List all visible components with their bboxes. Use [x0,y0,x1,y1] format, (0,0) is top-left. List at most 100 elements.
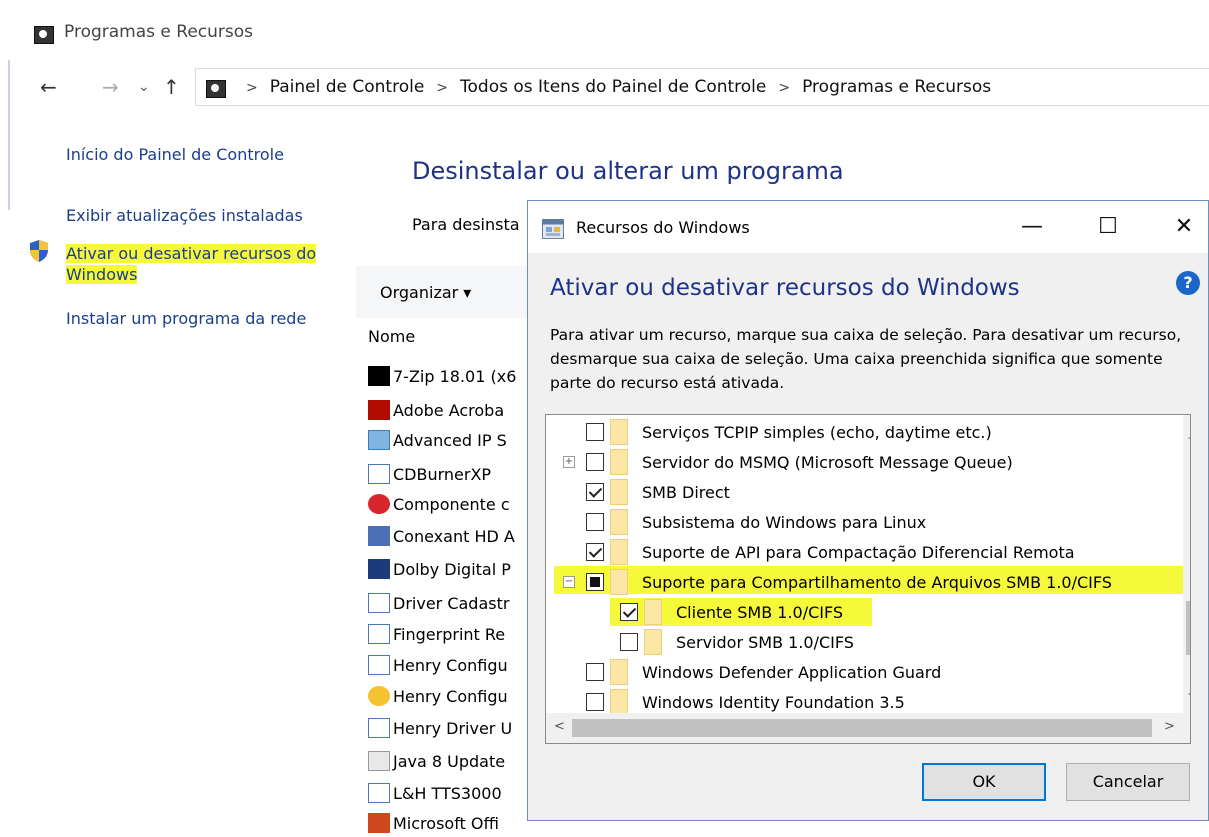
list-item[interactable]: Conexant HD A [368,522,515,550]
list-item[interactable]: Microsoft Offi [368,809,499,837]
list-item[interactable]: Henry Configu [368,651,508,679]
breadcrumb-separator: > [778,80,791,96]
feature-label: Windows Identity Foundation 3.5 [642,692,905,712]
program-icon [368,624,390,644]
link-control-panel-home[interactable]: Início do Painel de Controle [66,145,284,164]
breadcrumb-programas-e-recursos[interactable]: Programas e Recursos [802,77,991,97]
scroll-left-icon[interactable]: < [554,719,565,734]
java-icon [368,751,390,771]
feature-checkbox[interactable] [586,543,604,561]
feature-checkbox[interactable] [586,423,604,441]
close-button[interactable]: ✕ [1164,209,1204,245]
scroll-right-icon[interactable]: > [1164,719,1175,734]
program-icon [368,593,390,613]
organize-button[interactable]: Organizar ▾ [380,283,471,302]
feature-row[interactable]: Suporte de API para Compactação Diferenc… [546,537,1166,567]
feature-row[interactable]: Cliente SMB 1.0/CIFS [546,597,1166,627]
feature-checkbox[interactable] [620,633,638,651]
shield-icon [30,240,48,262]
breadcrumb-painel-de-controle[interactable]: Painel de Controle [270,77,425,97]
help-icon[interactable]: ? [1176,271,1200,295]
feature-checkbox-partial[interactable] [586,573,604,591]
link-windows-features[interactable]: Ativar ou desativar recursos do Windows [66,244,317,284]
folder-icon [610,689,628,715]
list-item[interactable]: Advanced IP S [368,426,507,454]
breadcrumb-todos-os-itens[interactable]: Todos os Itens do Painel de Controle [460,77,766,97]
folder-icon [644,599,662,625]
program-icon [368,783,390,803]
forward-arrow-icon[interactable]: → [102,74,119,100]
breadcrumb-separator: > [246,80,258,96]
feature-checkbox[interactable] [586,483,604,501]
vertical-scrollbar[interactable]: ︿ ﹀ [1183,415,1190,713]
feature-row[interactable]: Serviços TCPIP simples (echo, daytime et… [546,417,1166,447]
dialog-title: Recursos do Windows [576,218,750,237]
back-arrow-icon[interactable]: ← [40,74,57,100]
scrollbar-thumb[interactable] [1186,601,1190,655]
folder-icon [610,539,628,565]
feature-row[interactable]: + Servidor do MSMQ (Microsoft Message Qu… [546,447,1166,477]
scroll-up-icon[interactable]: ︿ [1188,423,1190,442]
feature-label: Windows Defender Application Guard [642,662,942,682]
feature-checkbox[interactable] [586,513,604,531]
feature-checkbox[interactable] [586,693,604,711]
control-panel-icon [206,80,226,98]
list-item[interactable]: Fingerprint Re [368,620,505,648]
list-item[interactable]: Driver Cadastr [368,589,509,617]
features-tree[interactable]: Serviços TCPIP simples (echo, daytime et… [545,414,1191,744]
control-panel-icon [34,26,54,44]
feature-row[interactable]: Servidor SMB 1.0/CIFS [546,627,1166,657]
feature-label: SMB Direct [642,482,730,502]
folder-icon [610,419,628,445]
link-windows-features-line2: Windows [66,265,138,284]
folder-icon [610,659,628,685]
column-header-name[interactable]: Nome [368,327,415,346]
program-icon [368,655,390,675]
feature-label: Cliente SMB 1.0/CIFS [676,602,844,622]
list-item[interactable]: Henry Configu [368,682,508,710]
feature-row[interactable]: − Suporte para Compartilhamento de Arqui… [546,567,1166,597]
scroll-down-icon[interactable]: ﹀ [1188,689,1190,708]
list-item[interactable]: Java 8 Update [368,747,505,775]
list-item[interactable]: CDBurnerXP [368,460,491,488]
feature-row[interactable]: Windows Defender Application Guard [546,657,1166,687]
expand-plus-icon[interactable]: + [563,456,575,468]
feature-label: Subsistema do Windows para Linux [642,512,927,532]
list-item[interactable]: Componente c [368,490,510,518]
network-scanner-icon [368,430,390,450]
list-item[interactable]: L&H TTS3000 [368,779,502,807]
program-icon [368,464,390,484]
feature-row[interactable]: SMB Direct [546,477,1166,507]
feature-row[interactable]: Subsistema do Windows para Linux [546,507,1166,537]
cancel-button[interactable]: Cancelar [1066,763,1190,801]
scrollbar-thumb[interactable] [572,719,1152,737]
feature-checkbox[interactable] [620,603,638,621]
list-item[interactable]: Dolby Digital P [368,555,511,583]
maximize-button[interactable]: ☐ [1088,209,1128,245]
horizontal-scrollbar[interactable]: < > [546,713,1190,743]
minimize-button[interactable]: — [1012,209,1052,245]
setup-icon [368,686,390,706]
ok-button[interactable]: OK [922,763,1046,801]
acrobat-icon [368,400,390,420]
feature-checkbox[interactable] [586,663,604,681]
link-installed-updates[interactable]: Exibir atualizações instaladas [66,206,303,225]
list-item[interactable]: Henry Driver U [368,714,512,742]
collapse-minus-icon[interactable]: − [563,576,575,588]
windows-features-dialog: Recursos do Windows — ☐ ✕ Ativar ou desa… [527,200,1209,821]
feature-checkbox[interactable] [586,453,604,471]
program-icon [368,718,390,738]
up-arrow-icon[interactable]: ↑ [163,74,180,100]
list-item[interactable]: 7-Zip 18.01 (x6 [368,362,516,390]
folder-icon [610,509,628,535]
feature-label: Serviços TCPIP simples (echo, daytime et… [642,422,992,442]
chevron-down-icon[interactable]: ⌄ [138,74,150,100]
audio-icon [368,526,390,546]
feature-label: Servidor SMB 1.0/CIFS [676,632,854,652]
7zip-icon [368,366,390,386]
dolby-icon [368,559,390,579]
link-install-network-program[interactable]: Instalar um programa da rede [66,309,306,328]
list-item[interactable]: Adobe Acroba [368,396,504,424]
dialog-description: Para ativar um recurso, marque sua caixa… [550,326,1182,392]
feature-label: Suporte de API para Compactação Diferenc… [642,542,1075,562]
